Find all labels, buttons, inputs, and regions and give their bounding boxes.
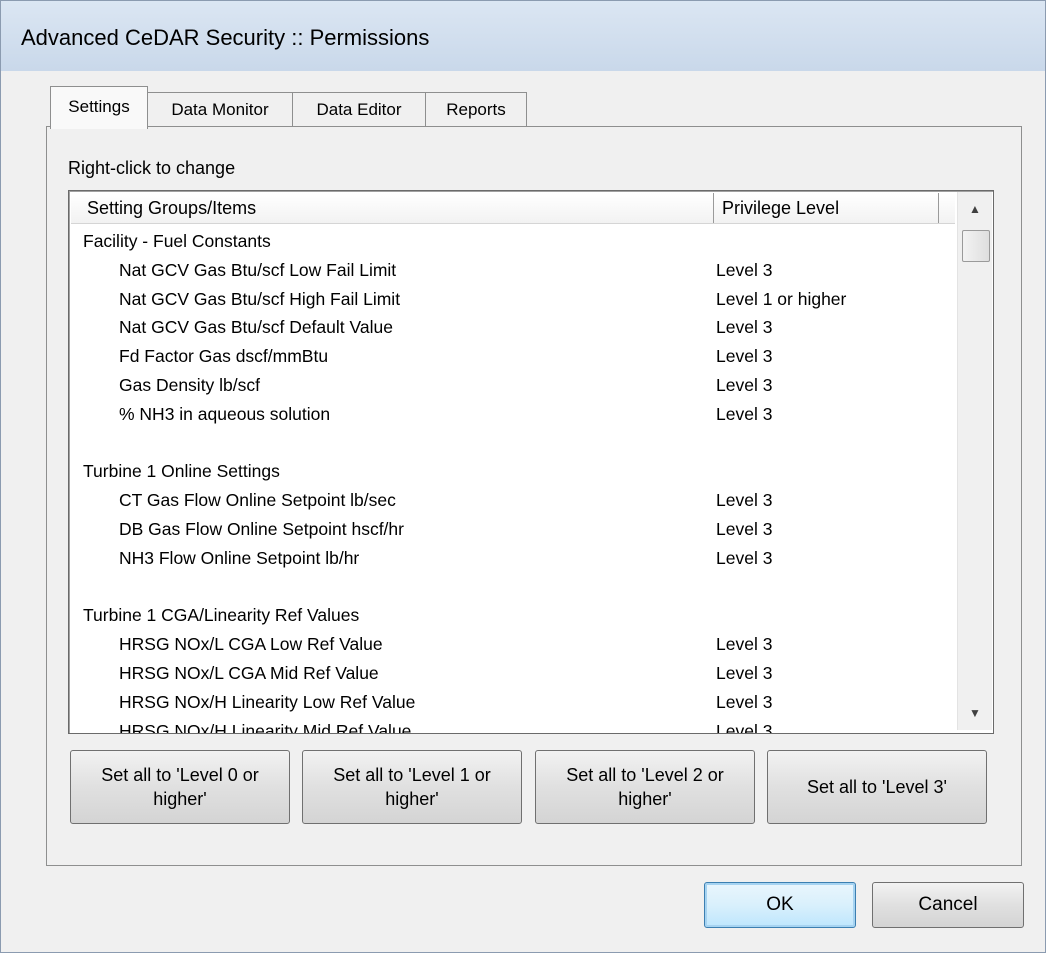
list-rows: Facility - Fuel Constants Nat GCV Gas Btu…	[71, 227, 955, 734]
privilege-level: Level 3	[716, 518, 773, 539]
privilege-level: Level 3	[716, 490, 773, 511]
arrow-down-icon[interactable]: ▼	[958, 696, 992, 730]
privilege-level: Level 3	[716, 259, 773, 280]
tab-data-monitor[interactable]: Data Monitor	[147, 92, 293, 127]
list-item[interactable]: HRSG NOx/L CGA Mid Ref Value Level 3	[71, 659, 955, 688]
setting-name: DB Gas Flow Online Setpoint hscf/hr	[119, 518, 404, 539]
setting-name: NH3 Flow Online Setpoint lb/hr	[119, 547, 360, 568]
privilege-level: Level 3	[716, 720, 773, 734]
list-item[interactable]: Nat GCV Gas Btu/scf Default Value Level 3	[71, 313, 955, 342]
setting-name: Nat GCV Gas Btu/scf Default Value	[119, 317, 393, 338]
list-item[interactable]: Nat GCV Gas Btu/scf Low Fail Limit Level …	[71, 256, 955, 285]
setting-name: Turbine 1 Online Settings	[83, 461, 280, 482]
setting-name: Nat GCV Gas Btu/scf High Fail Limit	[119, 288, 401, 309]
privilege-level: Level 3	[716, 691, 773, 712]
setting-name: % NH3 in aqueous solution	[119, 403, 331, 424]
column-header-privilege-level[interactable]: Privilege Level	[714, 193, 939, 223]
list-item[interactable]: DB Gas Flow Online Setpoint hscf/hr Level…	[71, 515, 955, 544]
list-group-header[interactable]: Facility - Fuel Constants	[71, 227, 955, 256]
privilege-level: Level 3	[716, 346, 773, 367]
privilege-level: Level 3	[716, 662, 773, 683]
list-group-header[interactable]: Turbine 1 Online Settings	[71, 457, 955, 486]
privilege-level: Level 3	[716, 374, 773, 395]
ok-button[interactable]: OK	[704, 882, 856, 928]
list-item[interactable]: NH3 Flow Online Setpoint lb/hr Level 3	[71, 544, 955, 573]
list-item[interactable]: Gas Density lb/scf Level 3	[71, 371, 955, 400]
setting-name: Gas Density lb/scf	[119, 374, 261, 395]
setting-name: HRSG NOx/H Linearity Mid Ref Value	[119, 720, 412, 734]
list-item[interactable]: CT Gas Flow Online Setpoint lb/sec Level …	[71, 486, 955, 515]
setting-name: HRSG NOx/H Linearity Low Ref Value	[119, 691, 416, 712]
right-click-hint: Right-click to change	[68, 158, 236, 178]
setting-name: Fd Factor Gas dscf/mmBtu	[119, 346, 329, 367]
privilege-level: Level 3	[716, 547, 773, 568]
privilege-level: Level 1 or higher	[716, 288, 847, 309]
cancel-button[interactable]: Cancel	[872, 882, 1024, 928]
set-all-level2-button[interactable]: Set all to 'Level 2 or higher'	[535, 750, 755, 824]
column-header: Setting Groups/Items Privilege Level	[71, 193, 955, 224]
vertical-scrollbar[interactable]: ▲ ▼	[957, 192, 992, 730]
list-item[interactable]: % NH3 in aqueous solution Level 3	[71, 400, 955, 429]
column-header-setting-groups[interactable]: Setting Groups/Items	[71, 193, 714, 223]
window-title: Advanced CeDAR Security :: Permissions	[21, 25, 430, 50]
setting-name: CT Gas Flow Online Setpoint lb/sec	[119, 490, 396, 511]
setting-name: HRSG NOx/L CGA Low Ref Value	[119, 634, 383, 655]
list-item[interactable]: Fd Factor Gas dscf/mmBtu Level 3	[71, 342, 955, 371]
arrow-up-icon[interactable]: ▲	[958, 192, 992, 226]
setting-name: Facility - Fuel Constants	[83, 231, 271, 251]
list-group-header[interactable]: Turbine 1 CGA/Linearity Ref Values	[71, 601, 955, 630]
tab-data-editor[interactable]: Data Editor	[292, 92, 426, 127]
tab-reports[interactable]: Reports	[425, 92, 527, 127]
settings-listview[interactable]: Setting Groups/Items Privilege Level Fac…	[68, 190, 994, 734]
privilege-level: Level 3	[716, 634, 773, 655]
list-item[interactable]: HRSG NOx/H Linearity Low Ref Value Level …	[71, 688, 955, 717]
setting-name: Nat GCV Gas Btu/scf Low Fail Limit	[119, 259, 397, 280]
list-item[interactable]: HRSG NOx/H Linearity Mid Ref Value Level …	[71, 717, 955, 734]
privilege-level: Level 3	[716, 403, 773, 424]
set-all-level3-button[interactable]: Set all to 'Level 3'	[767, 750, 987, 824]
scroll-thumb[interactable]	[962, 230, 990, 262]
set-all-level1-button[interactable]: Set all to 'Level 1 or higher'	[302, 750, 522, 824]
title-bar[interactable]: Advanced CeDAR Security :: Permissions	[1, 1, 1045, 71]
privilege-level: Level 3	[716, 317, 773, 338]
tab-settings[interactable]: Settings	[50, 86, 148, 129]
list-item[interactable]: Nat GCV Gas Btu/scf High Fail Limit Level…	[71, 285, 955, 314]
set-all-level0-button[interactable]: Set all to 'Level 0 or higher'	[70, 750, 290, 824]
setting-name: HRSG NOx/L CGA Mid Ref Value	[119, 662, 379, 683]
setting-name: Turbine 1 CGA/Linearity Ref Values	[83, 605, 360, 626]
list-item[interactable]: HRSG NOx/L CGA Low Ref Value Level 3	[71, 630, 955, 659]
